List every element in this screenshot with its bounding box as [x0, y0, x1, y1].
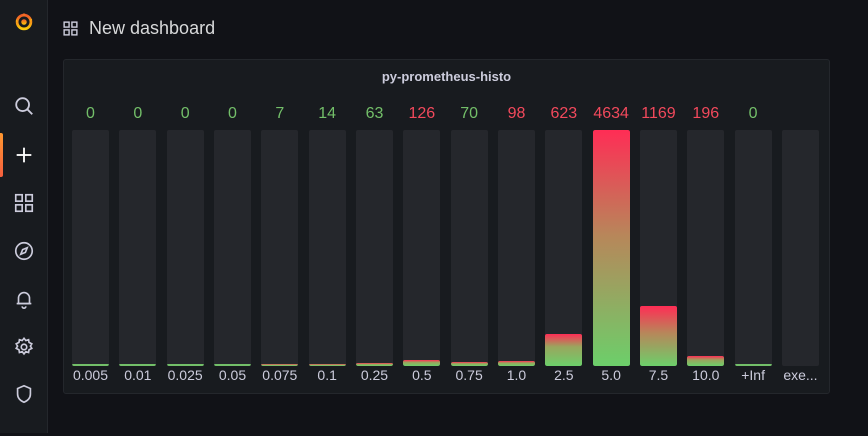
- bar-gauge: 98 1.0: [497, 104, 535, 436]
- explore-icon[interactable]: [0, 235, 47, 267]
- bar-gauge-track: [403, 130, 441, 366]
- bar-gauge-fill: [403, 359, 441, 366]
- grafana-logo-icon[interactable]: [0, 6, 47, 38]
- bar-gauge-track: [497, 130, 535, 366]
- bar-gauge-fill: [687, 356, 725, 366]
- bar-gauge-track: [734, 130, 772, 366]
- bar-gauge-fill: [497, 361, 535, 366]
- bar-gauge-fill: [261, 364, 299, 366]
- bar-gauge-label: 0.01: [124, 367, 152, 383]
- bar-gauge-track: [119, 130, 157, 366]
- bar-gauge-track: [261, 130, 299, 366]
- dashboards-icon[interactable]: [0, 187, 47, 219]
- bar-gauge-track: [545, 130, 583, 366]
- bar-gauge-label: 0.05: [218, 367, 247, 383]
- bar-gauge-track: [781, 130, 819, 366]
- bar-gauge-label: 2.5: [554, 367, 574, 383]
- bar-gauge-value: 196: [692, 105, 720, 122]
- bar-gauge: 0 0.05: [213, 104, 251, 436]
- plus-icon[interactable]: [0, 139, 47, 171]
- bar-gauge: 623 2.5: [545, 104, 583, 436]
- alerting-bell-icon[interactable]: [0, 283, 47, 315]
- dashboard-grid-icon[interactable]: [62, 20, 79, 37]
- bar-gauge-fill: [592, 130, 630, 366]
- bar-gauge-fill: [450, 362, 488, 366]
- bar-gauge-fill: [639, 306, 677, 366]
- bar-gauge-value: 0: [86, 105, 95, 122]
- bar-gauge-label: 7.5: [648, 367, 669, 383]
- bar-gauge-value: 126: [408, 105, 436, 122]
- bar-gauge-track: [687, 130, 725, 366]
- bar-gauge: 1169 7.5: [639, 104, 677, 436]
- bar-gauge: 0 0.025: [166, 104, 204, 436]
- bar-gauge-track: [72, 130, 109, 366]
- bar-gauge-value: 0: [228, 105, 237, 122]
- bar-gauge-fill: [166, 364, 204, 366]
- bar-gauge-value: 14: [318, 105, 337, 122]
- bar-gauge-value: 63: [365, 105, 384, 122]
- bar-gauge-label: exe...: [783, 367, 818, 383]
- bar-gauge: 0 0.01: [119, 104, 157, 436]
- bar-gauge-value: 623: [550, 105, 578, 122]
- bar-gauge: 0 +Inf: [734, 104, 772, 436]
- bar-gauge-fill: [355, 362, 393, 366]
- bar-gauge-value: 0: [180, 105, 190, 122]
- bar-gauge-value: 7: [275, 105, 285, 122]
- bar-gauge-value: 70: [460, 105, 479, 122]
- bar-gauge: 70 0.75: [450, 104, 488, 436]
- bar-gauge-track: [166, 130, 204, 366]
- bar-gauge: 14 0.1: [308, 104, 346, 436]
- bar-gauge-label: 1.0: [506, 367, 527, 383]
- bar-gauge-value: 0: [748, 105, 758, 122]
- bar-gauge: 7 0.075: [261, 104, 299, 436]
- bar-gauge-label: 0.5: [412, 367, 432, 383]
- bar-gauge-value: 1169: [641, 105, 676, 122]
- bar-gauge-label: +Inf: [741, 367, 765, 383]
- shield-icon[interactable]: [0, 378, 47, 410]
- bar-gauge-fill: [72, 364, 109, 366]
- dashboard-header: New dashboard: [62, 10, 215, 46]
- bar-gauge-fill: [545, 334, 583, 366]
- search-icon[interactable]: [0, 90, 47, 122]
- bar-gauge-fill: [213, 364, 251, 366]
- bar-gauge-label: 5.0: [601, 367, 621, 383]
- bar-gauge-track: [308, 130, 346, 366]
- bar-gauge-fill: [734, 364, 772, 366]
- dashboard-title[interactable]: New dashboard: [89, 18, 215, 39]
- bar-gauge-fill: [308, 364, 346, 366]
- bar-gauge: 63 0.25: [355, 104, 393, 436]
- bar-gauge-value: 4634: [593, 105, 629, 122]
- bar-gauge-track: [592, 130, 630, 366]
- panel-title[interactable]: py-prometheus-histo: [64, 69, 829, 84]
- bar-gauge-label: 0.075: [262, 367, 298, 383]
- bar-gauge-value: 98: [507, 105, 526, 122]
- bar-gauge-value: 0: [133, 105, 143, 122]
- bar-gauge-panel[interactable]: py-prometheus-histo 0 0.005 0 0.01 0 0.025 0 0.…: [63, 59, 830, 394]
- bar-gauge: 126 0.5: [403, 104, 441, 436]
- bar-gauge-fill: [119, 364, 157, 366]
- bar-gauge-track: [213, 130, 251, 366]
- bar-gauge-label: 0.025: [167, 367, 203, 383]
- bar-gauge-label: 0.005: [72, 367, 109, 383]
- bar-gauge-label: 0.75: [455, 367, 483, 383]
- bar-gauge-label: 0.25: [360, 367, 389, 383]
- bar-gauge-track: [450, 130, 488, 366]
- bar-gauge: 4634 5.0: [592, 104, 630, 436]
- bar-gauge-track: [355, 130, 393, 366]
- bar-gauge-label: 0.1: [317, 367, 337, 383]
- bar-gauge: 0 0.005: [72, 104, 109, 436]
- settings-gear-icon[interactable]: [0, 331, 47, 363]
- bar-gauge-track: [639, 130, 677, 366]
- bar-gauge-label: 10.0: [692, 367, 720, 383]
- sidebar: [0, 0, 48, 433]
- bar-gauge: exe...: [781, 104, 819, 436]
- bar-gauge: 196 10.0: [687, 104, 725, 436]
